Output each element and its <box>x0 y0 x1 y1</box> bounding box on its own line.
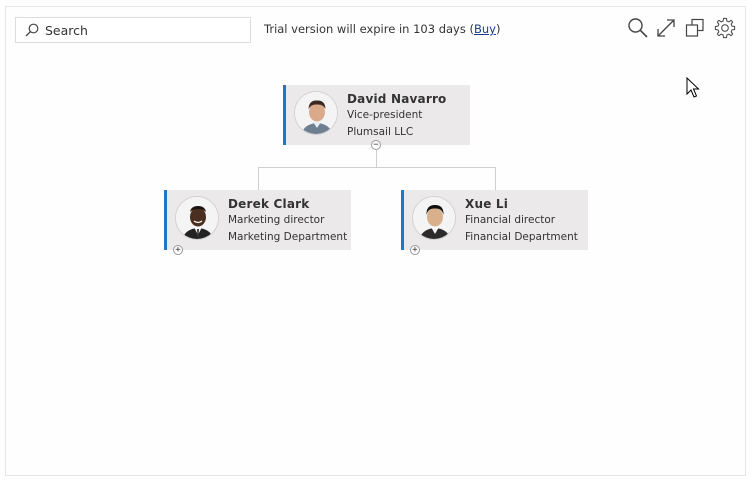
fullscreen-button[interactable] <box>655 17 677 39</box>
person-photo-icon <box>295 92 337 134</box>
avatar <box>294 91 338 135</box>
connector-root-down <box>376 150 377 167</box>
person-photo-icon <box>413 197 455 239</box>
trial-text: Trial version will expire in 103 days ( <box>264 22 474 36</box>
search-box[interactable] <box>15 17 251 43</box>
settings-button[interactable] <box>714 17 736 39</box>
org-card-child[interactable]: Derek Clark Marketing director Marketing… <box>164 190 351 250</box>
connector-left-down <box>258 167 259 190</box>
person-photo-icon <box>176 197 218 239</box>
expand-icon <box>657 19 675 37</box>
employee-title: Vice-president <box>347 109 423 121</box>
org-chart-frame <box>5 6 746 476</box>
avatar <box>175 196 219 240</box>
zoom-search-button[interactable] <box>627 17 649 39</box>
employee-title: Financial director <box>465 214 556 226</box>
search-icon <box>628 18 648 38</box>
connector-horizontal <box>258 167 496 168</box>
trial-notice: Trial version will expire in 103 days (B… <box>264 22 500 36</box>
employee-department: Financial Department <box>465 231 578 243</box>
search-icon <box>25 23 39 37</box>
org-card-root[interactable]: David Navarro Vice-president Plumsail LL… <box>283 85 470 145</box>
copy-windows-icon <box>685 18 704 37</box>
employee-name: Xue Li <box>465 197 509 211</box>
employee-department: Marketing Department <box>228 231 348 243</box>
buy-link[interactable]: Buy <box>474 22 496 36</box>
avatar <box>412 196 456 240</box>
search-input[interactable] <box>45 22 235 38</box>
employee-name: David Navarro <box>347 92 447 106</box>
collapse-button[interactable]: − <box>371 140 381 150</box>
restore-windows-button[interactable] <box>684 17 706 39</box>
org-card-child[interactable]: Xue Li Financial director Financial Depa… <box>401 190 588 250</box>
connector-right-down <box>495 167 496 190</box>
expand-button[interactable]: + <box>410 245 420 255</box>
employee-department: Plumsail LLC <box>347 126 414 138</box>
gear-icon <box>714 17 736 39</box>
expand-button[interactable]: + <box>173 245 183 255</box>
mouse-cursor-icon <box>686 77 700 98</box>
employee-title: Marketing director <box>228 214 325 226</box>
employee-name: Derek Clark <box>228 197 310 211</box>
trial-close-paren: ) <box>495 22 501 36</box>
